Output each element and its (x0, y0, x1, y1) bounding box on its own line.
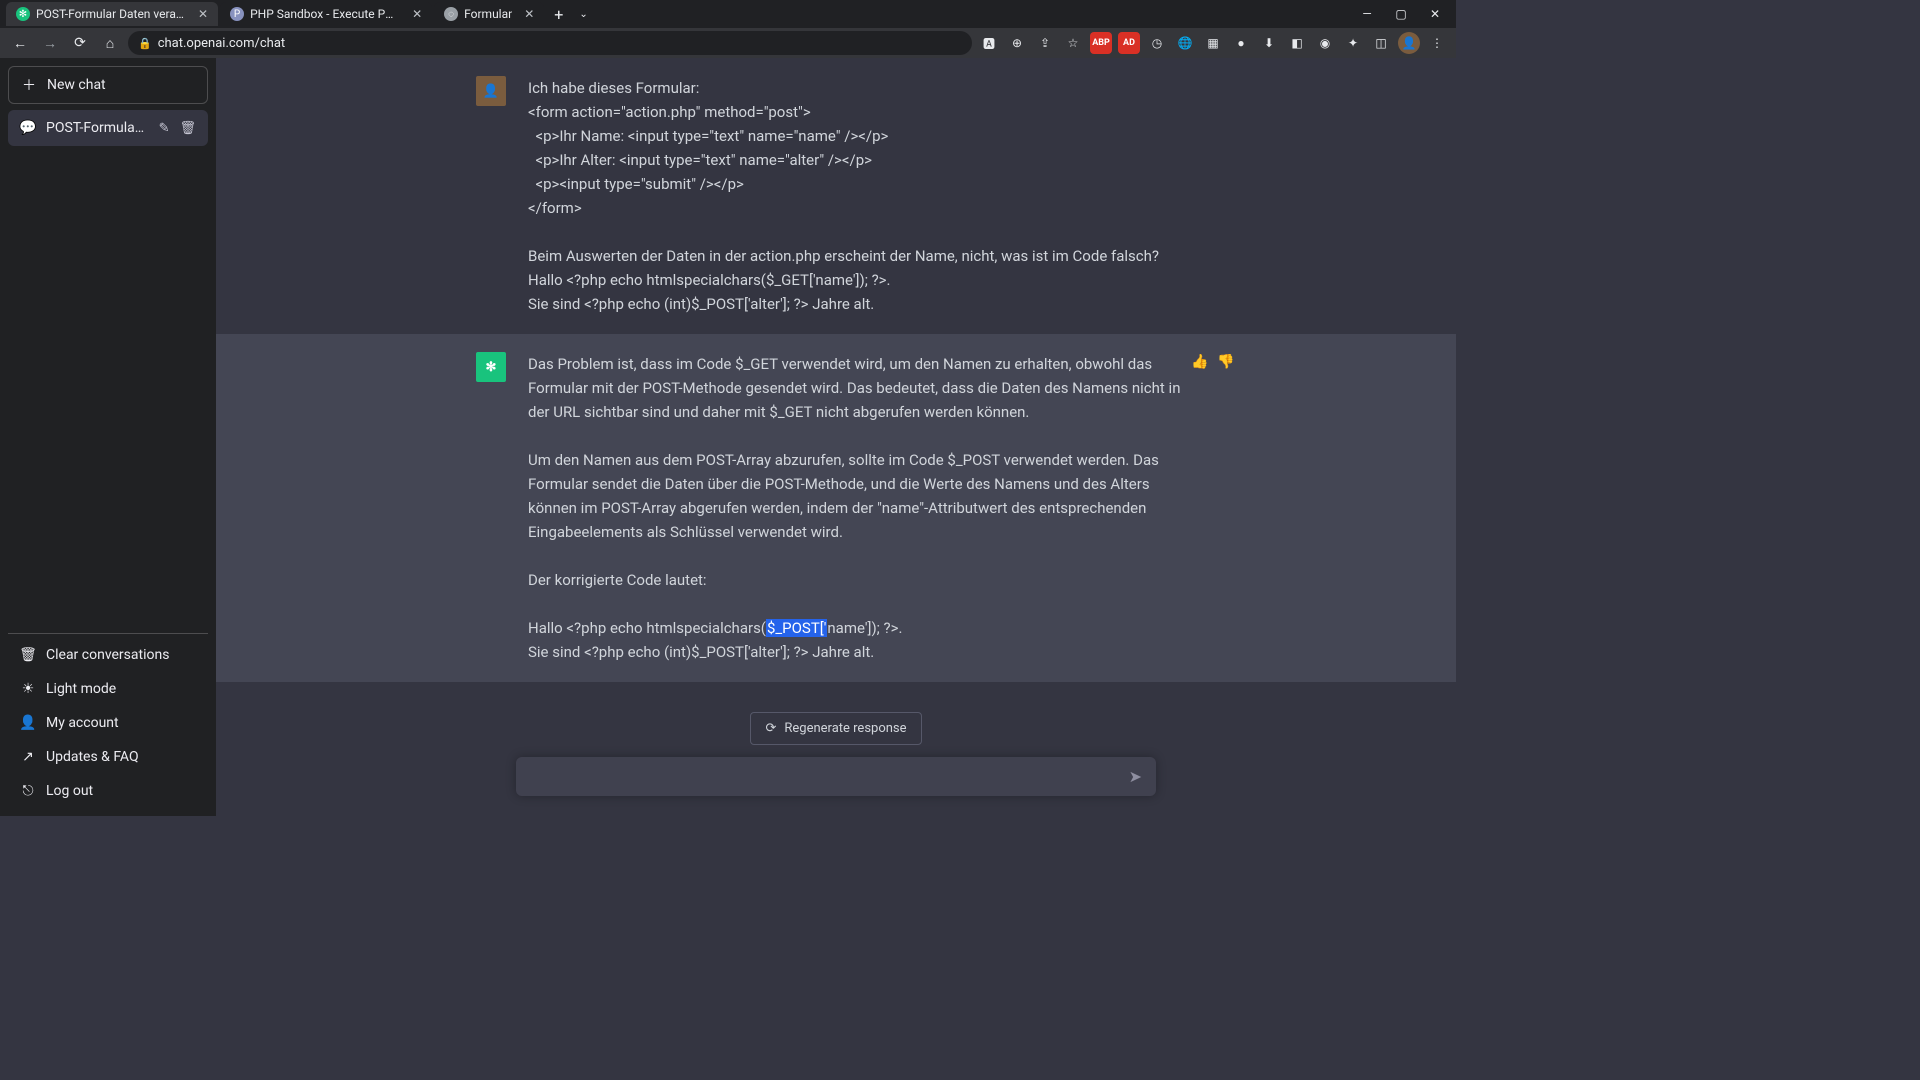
compose-box[interactable]: ➤ (516, 757, 1156, 796)
forward-button[interactable]: → (38, 31, 62, 55)
send-icon[interactable]: ➤ (1129, 767, 1142, 786)
assistant-paragraph: Um den Namen aus dem POST-Array abzurufe… (528, 451, 1163, 541)
close-tab-icon[interactable]: ✕ (412, 7, 422, 21)
url-text: chat.openai.com/chat (158, 36, 285, 51)
extension-icon[interactable]: ⬇ (1258, 32, 1280, 54)
highlighted-text: $_POST[' (766, 619, 827, 637)
user-avatar: 👤 (476, 76, 506, 106)
chat-icon: 💬 (20, 120, 36, 136)
back-button[interactable]: ← (8, 31, 32, 55)
new-chat-label: New chat (47, 77, 106, 93)
extension-icon[interactable]: ◧ (1286, 32, 1308, 54)
profile-avatar[interactable]: 👤 (1398, 32, 1420, 54)
assistant-code: Hallo <?php echo htmlspecialchars( (528, 619, 766, 637)
sidebar-item-clear[interactable]: 🗑 Clear conversations (8, 638, 208, 672)
reload-button[interactable]: ⟳ (68, 31, 92, 55)
extensions-menu-icon[interactable]: ✦ (1342, 32, 1364, 54)
trash-icon[interactable]: 🗑 (179, 121, 196, 136)
tab-chatgpt[interactable]: ✻ POST-Formular Daten verarbeite ✕ (6, 2, 218, 26)
url-box[interactable]: 🔒 chat.openai.com/chat (128, 31, 972, 55)
sidebar: ＋ New chat 💬 POST-Formular Daten v ✎ 🗑 🗑… (0, 58, 216, 816)
extension-icon[interactable]: ▦ (1202, 32, 1224, 54)
tab-title: POST-Formular Daten verarbeite (36, 7, 186, 21)
sidebar-item-conversation[interactable]: 💬 POST-Formular Daten v ✎ 🗑 (8, 110, 208, 146)
new-tab-button[interactable]: + (546, 5, 571, 24)
trash-icon: 🗑 (20, 647, 36, 663)
chrome-menu-icon[interactable]: ⋮ (1426, 32, 1448, 54)
message-input[interactable] (530, 768, 1129, 786)
sidepanel-icon[interactable]: ◫ (1370, 32, 1392, 54)
address-bar: ← → ⟳ ⌂ 🔒 chat.openai.com/chat 🅰 ⊕ ⇪ ☆ A… (0, 28, 1456, 58)
refresh-icon: ⟳ (765, 721, 776, 736)
input-area: ⟳ Regenerate response ➤ (216, 712, 1456, 796)
extension-icon[interactable]: ◷ (1146, 32, 1168, 54)
sidebar-item-label: Updates & FAQ (46, 749, 139, 765)
tab-php-sandbox[interactable]: P PHP Sandbox - Execute PHP cod ✕ (220, 2, 432, 26)
thumbs-down-icon[interactable]: 👎 (1216, 352, 1236, 372)
extension-abp[interactable]: ABP (1090, 32, 1112, 54)
share-icon[interactable]: ⇪ (1034, 32, 1056, 54)
favicon-generic: ◌ (444, 7, 458, 21)
bookmark-icon[interactable]: ☆ (1062, 32, 1084, 54)
sidebar-item-label: Clear conversations (46, 647, 169, 663)
extension-icon[interactable]: ● (1230, 32, 1252, 54)
lock-icon: 🔒 (138, 37, 152, 50)
conversation[interactable]: 👤 Ich habe dieses Formular: <form action… (216, 58, 1456, 816)
sidebar-item-light-mode[interactable]: ☀ Light mode (8, 672, 208, 706)
tab-formular[interactable]: ◌ Formular ✕ (434, 2, 544, 26)
plus-icon: ＋ (21, 77, 37, 93)
regenerate-button[interactable]: ⟳ Regenerate response (750, 712, 921, 745)
extension-icon[interactable]: 🌐 (1174, 32, 1196, 54)
close-tab-icon[interactable]: ✕ (198, 7, 208, 21)
sidebar-item-updates[interactable]: ↗ Updates & FAQ (8, 740, 208, 774)
tab-search-icon[interactable]: ⌄ (571, 9, 595, 20)
sidebar-item-label: My account (46, 715, 119, 731)
tab-title: Formular (464, 7, 512, 21)
edit-icon[interactable]: ✎ (159, 121, 170, 136)
user-message-text: Ich habe dieses Formular: <form action="… (528, 76, 1196, 316)
message-actions: 👍 👎 (1190, 352, 1236, 372)
sidebar-item-label: Light mode (46, 681, 116, 697)
sidebar-item-account[interactable]: 👤 My account (8, 706, 208, 740)
regenerate-label: Regenerate response (784, 721, 906, 736)
assistant-message: ✻ Das Problem ist, dass im Code $_GET ve… (216, 334, 1456, 682)
close-tab-icon[interactable]: ✕ (524, 7, 534, 21)
home-button[interactable]: ⌂ (98, 31, 122, 55)
thumbs-up-icon[interactable]: 👍 (1190, 352, 1210, 372)
favicon-php: P (230, 7, 244, 21)
assistant-message-text: Das Problem ist, dass im Code $_GET verw… (528, 352, 1196, 664)
zoom-icon[interactable]: ⊕ (1006, 32, 1028, 54)
new-chat-button[interactable]: ＋ New chat (8, 66, 208, 104)
extension-icon[interactable]: ◉ (1314, 32, 1336, 54)
sidebar-item-label: Log out (46, 783, 93, 799)
favicon-openai: ✻ (16, 7, 30, 21)
main-content: 👤 Ich habe dieses Formular: <form action… (216, 58, 1456, 816)
user-icon: 👤 (20, 715, 36, 731)
window-close[interactable]: ✕ (1420, 2, 1450, 26)
assistant-paragraph: Das Problem ist, dass im Code $_GET verw… (528, 355, 1184, 421)
assistant-avatar: ✻ (476, 352, 506, 382)
window-maximize[interactable]: ▢ (1386, 2, 1416, 26)
window-minimize[interactable]: — (1352, 2, 1382, 26)
sun-icon: ☀ (20, 681, 36, 697)
external-link-icon: ↗ (20, 749, 36, 765)
tab-title: PHP Sandbox - Execute PHP cod (250, 7, 400, 21)
tab-strip: ✻ POST-Formular Daten verarbeite ✕ P PHP… (0, 0, 1456, 28)
sidebar-item-logout[interactable]: ⎋ Log out (8, 774, 208, 808)
user-message: 👤 Ich habe dieses Formular: <form action… (216, 58, 1456, 334)
translate-icon[interactable]: 🅰 (978, 32, 1000, 54)
assistant-paragraph: Der korrigierte Code lautet: (528, 571, 707, 589)
logout-icon: ⎋ (20, 783, 36, 799)
sidebar-item-label: POST-Formular Daten v (46, 120, 149, 136)
extension-adblock[interactable]: AD (1118, 32, 1140, 54)
